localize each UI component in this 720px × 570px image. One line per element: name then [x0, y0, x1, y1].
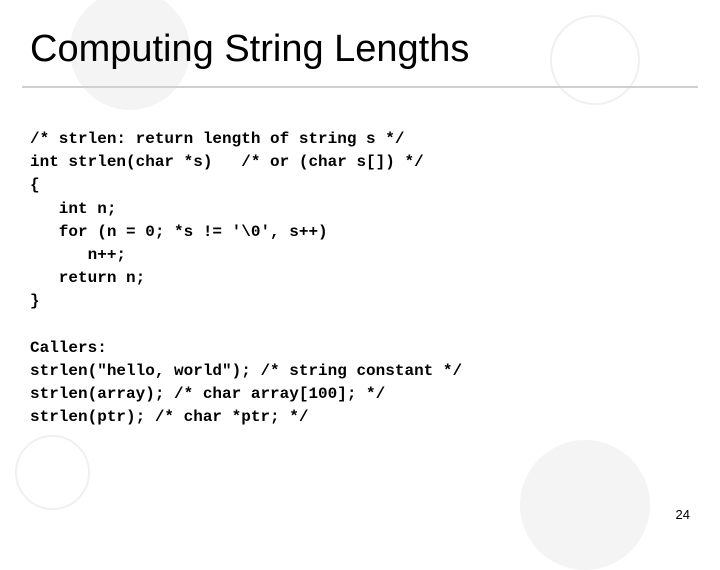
- slide-content: /* strlen: return length of string s */ …: [30, 128, 690, 429]
- callers-heading: Callers:: [30, 339, 107, 357]
- page-number: 24: [676, 507, 690, 522]
- code-block: /* strlen: return length of string s */ …: [30, 130, 424, 310]
- title-underline: [22, 86, 698, 88]
- decorative-circle: [550, 15, 640, 105]
- decorative-circle: [15, 435, 90, 510]
- slide-title: Computing String Lengths: [30, 28, 469, 71]
- caller-line: strlen(ptr); /* char *ptr; */: [30, 408, 308, 426]
- decorative-circle: [520, 440, 650, 570]
- caller-line: strlen("hello, world"); /* string consta…: [30, 362, 462, 380]
- caller-line: strlen(array); /* char array[100]; */: [30, 385, 385, 403]
